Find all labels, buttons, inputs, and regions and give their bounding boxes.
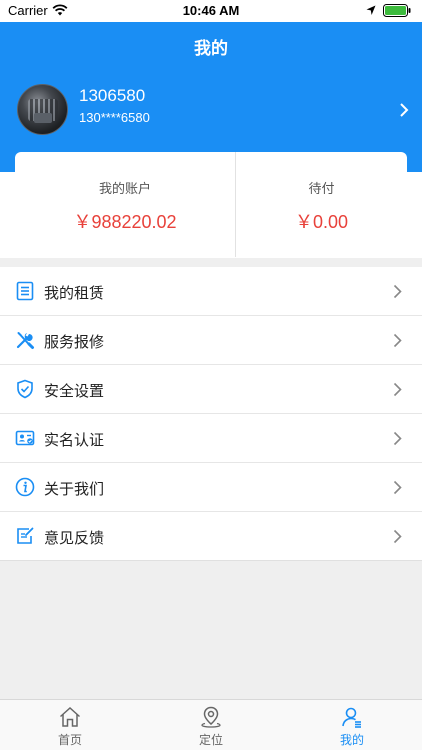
status-bar: Carrier 10:46 AM xyxy=(0,0,422,22)
tab-bar: 首页 定位 我的 xyxy=(0,699,422,750)
username: 1306580 xyxy=(79,86,146,105)
chevron-right-icon xyxy=(393,529,402,544)
menu-item-label: 意见反馈 xyxy=(44,529,105,547)
account-card: 我的账户 ￥988220.02 待付 ￥0.00 xyxy=(15,152,407,257)
page-title: 我的 xyxy=(194,39,228,59)
tab-label: 首页 xyxy=(57,733,82,747)
menu-item-label: 我的租赁 xyxy=(44,284,105,302)
balance-value: ￥988220.02 xyxy=(73,212,177,232)
menu-item-about[interactable]: 关于我们 xyxy=(0,463,422,512)
menu-item-label: 实名认证 xyxy=(44,431,105,449)
shield-check-icon xyxy=(17,379,33,399)
chevron-right-icon xyxy=(393,382,402,397)
pending-label: 待付 xyxy=(308,182,335,197)
menu-item-label: 关于我们 xyxy=(44,480,105,498)
chevron-right-icon xyxy=(393,284,402,299)
balance-section[interactable]: 我的账户 ￥988220.02 xyxy=(15,152,236,257)
pending-value: ￥0.00 xyxy=(294,212,349,232)
edit-feedback-icon xyxy=(17,527,34,544)
menu-item-verification[interactable]: 实名认证 xyxy=(0,414,422,463)
balance-label: 我的账户 xyxy=(98,182,151,197)
wrench-screwdriver-icon xyxy=(16,332,34,349)
avatar[interactable] xyxy=(17,84,68,135)
home-icon xyxy=(59,706,81,727)
profile-header: 我的 1306580 130****6580 xyxy=(0,22,422,172)
tab-label: 定位 xyxy=(198,733,223,747)
chevron-right-icon xyxy=(393,333,402,348)
tab-label: 我的 xyxy=(339,733,364,747)
menu-item-rental[interactable]: 我的租赁 xyxy=(0,267,422,316)
id-card-icon xyxy=(15,430,35,446)
list-document-icon xyxy=(16,281,34,301)
tab-mine[interactable]: 我的 xyxy=(282,700,422,750)
settings-menu: 我的租赁 服务报修 安全设置 实名认证 关于我们 意见反馈 xyxy=(0,267,422,561)
battery-icon xyxy=(383,4,411,17)
menu-item-feedback[interactable]: 意见反馈 xyxy=(0,512,422,561)
chevron-right-icon xyxy=(393,431,402,446)
info-icon xyxy=(15,477,35,497)
menu-item-security[interactable]: 安全设置 xyxy=(0,365,422,414)
chevron-right-icon[interactable] xyxy=(399,102,409,118)
location-pin-icon xyxy=(201,706,221,728)
pending-section[interactable]: 待付 ￥0.00 xyxy=(236,152,407,257)
menu-item-label: 安全设置 xyxy=(44,382,105,400)
tab-location[interactable]: 定位 xyxy=(141,700,281,750)
menu-item-label: 服务报修 xyxy=(44,333,105,351)
clock: 10:46 AM xyxy=(182,3,240,18)
phone-number: 130****6580 xyxy=(79,110,150,125)
chevron-right-icon xyxy=(393,480,402,495)
tab-home[interactable]: 首页 xyxy=(0,700,140,750)
menu-item-repair[interactable]: 服务报修 xyxy=(0,316,422,365)
profile-icon xyxy=(342,707,361,728)
location-arrow-icon xyxy=(366,5,376,15)
